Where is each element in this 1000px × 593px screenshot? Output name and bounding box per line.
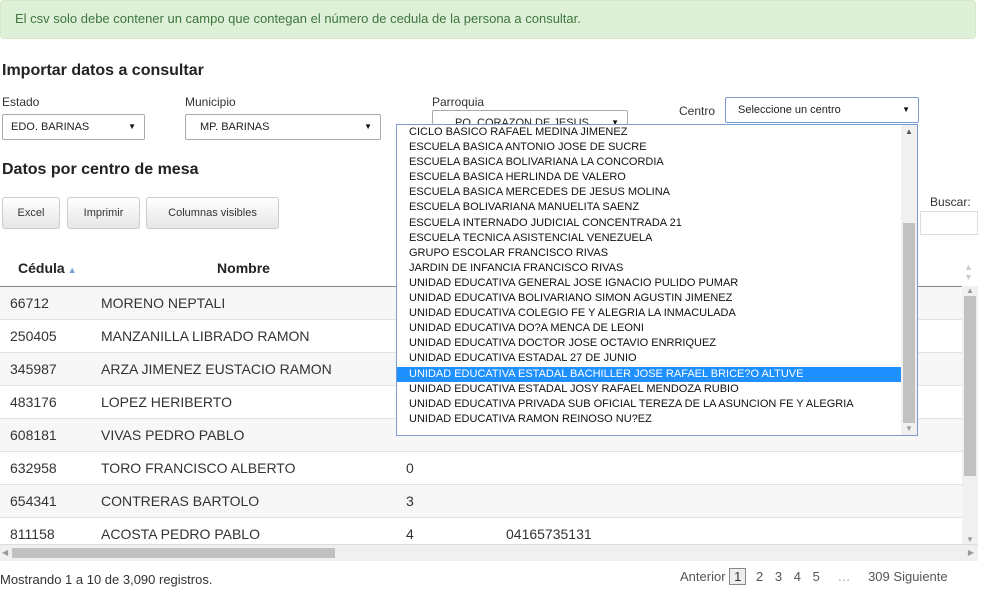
next-page-link[interactable]: Siguiente bbox=[893, 569, 947, 584]
centro-option[interactable]: ESCUELA BOLIVARIANA MANUELITA SAENZ bbox=[397, 200, 901, 215]
header-cedula[interactable]: Cédula ▲ bbox=[0, 250, 91, 287]
centro-options: CICLO BASICO RAFAEL MEDINA JIMENEZ ESCUEL… bbox=[397, 125, 901, 427]
page-link[interactable]: 4 bbox=[794, 569, 801, 584]
centro-option[interactable]: UNIDAD EDUCATIVA GENERAL JOSE IGNACIO PU… bbox=[397, 276, 901, 291]
centro-select[interactable]: Seleccione un centro ▼ bbox=[725, 97, 919, 123]
table-vertical-scrollbar[interactable]: ▲ ▼ bbox=[962, 286, 978, 544]
page-link[interactable]: 5 bbox=[813, 569, 820, 584]
centro-option[interactable]: UNIDAD EDUCATIVA ESTADAL JOSY RAFAEL MEN… bbox=[397, 382, 901, 397]
dropdown-scrollbar[interactable]: ▲ ▼ bbox=[901, 125, 917, 435]
table-horizontal-scrollbar[interactable]: ◀ ▶ bbox=[0, 544, 978, 561]
chevron-down-icon: ▼ bbox=[902, 105, 910, 114]
header-nombre[interactable]: Nombre bbox=[91, 250, 396, 287]
search-input[interactable] bbox=[920, 211, 978, 235]
municipio-select[interactable]: MP. BARINAS ▼ bbox=[185, 114, 381, 140]
centro-option[interactable]: ESCUELA TECNICA ASISTENCIAL VENEZUELA bbox=[397, 231, 901, 246]
scroll-thumb[interactable] bbox=[903, 223, 915, 423]
centro-option[interactable]: UNIDAD EDUCATIVA ESTADAL 27 DE JUNIO bbox=[397, 351, 901, 366]
centro-option[interactable]: ESCUELA INTERNADO JUDICIAL CONCENTRADA 2… bbox=[397, 216, 901, 231]
current-page[interactable]: 1 bbox=[729, 568, 747, 585]
centro-option[interactable]: UNIDAD EDUCATIVA BOLIVARIANO SIMON AGUST… bbox=[397, 291, 901, 306]
centro-option[interactable]: UNIDAD EDUCATIVA COLEGIO FE Y ALEGRIA LA… bbox=[397, 306, 901, 321]
pagination: Anterior 1 2 3 4 5 … 309 Siguiente bbox=[680, 568, 948, 585]
centro-option[interactable]: GRUPO ESCOLAR FRANCISCO RIVAS bbox=[397, 246, 901, 261]
pagination-ellipsis: … bbox=[837, 569, 851, 584]
estado-label: Estado bbox=[2, 95, 40, 109]
municipio-label: Municipio bbox=[185, 95, 236, 109]
chevron-down-icon: ▼ bbox=[128, 122, 136, 131]
page-link[interactable]: 3 bbox=[775, 569, 782, 584]
centro-option[interactable]: UNIDAD EDUCATIVA RAMON REINOSO NU?EZ bbox=[397, 412, 901, 427]
centro-option[interactable]: UNIDAD EDUCATIVA ESTADAL BACHILLER JOSE … bbox=[397, 366, 901, 382]
centro-option[interactable]: ESCUELA BASICA MERCEDES DE JESUS MOLINA bbox=[397, 185, 901, 200]
page-link[interactable]: 2 bbox=[756, 569, 763, 584]
section-title: Datos por centro de mesa bbox=[2, 161, 199, 178]
table-row: 632958 TORO FRANCISCO ALBERTO 0 bbox=[0, 451, 962, 485]
prev-page-link[interactable]: Anterior bbox=[680, 569, 726, 584]
centro-option[interactable]: ESCUELA BASICA ANTONIO JOSE DE SUCRE bbox=[397, 140, 901, 155]
table-row: 654341 CONTRERAS BARTOLO 3 bbox=[0, 484, 962, 518]
centro-option[interactable]: CICLO BASICO RAFAEL MEDINA JIMENEZ bbox=[397, 125, 901, 140]
centro-label: Centro bbox=[679, 104, 716, 118]
scroll-left-icon[interactable]: ◀ bbox=[2, 548, 8, 557]
sort-icon: ▲ ▼ bbox=[964, 262, 973, 282]
centro-option[interactable]: ESCUELA BASICA BOLIVARIANA LA CONCORDIA bbox=[397, 155, 901, 170]
scroll-right-icon[interactable]: ▶ bbox=[968, 548, 974, 557]
centro-option[interactable]: UNIDAD EDUCATIVA PRIVADA SUB OFICIAL TER… bbox=[397, 397, 901, 412]
centro-option[interactable]: ESCUELA BASICA HERLINDA DE VALERO bbox=[397, 170, 901, 185]
visible-columns-button[interactable]: Columnas visibles bbox=[146, 197, 279, 229]
print-button[interactable]: Imprimir bbox=[67, 197, 140, 229]
centro-option[interactable]: JARDIN DE INFANCIA FRANCISCO RIVAS bbox=[397, 261, 901, 276]
scroll-down-icon[interactable]: ▼ bbox=[905, 424, 913, 433]
page-link[interactable]: 309 bbox=[868, 569, 890, 584]
sort-asc-icon: ▲ bbox=[67, 265, 77, 275]
estado-select[interactable]: EDO. BARINAS ▼ bbox=[2, 114, 145, 140]
scroll-up-icon[interactable]: ▲ bbox=[966, 286, 974, 295]
search-label: Buscar: bbox=[930, 195, 971, 209]
chevron-down-icon: ▼ bbox=[364, 122, 372, 131]
centro-option[interactable]: UNIDAD EDUCATIVA DO?A MENCA DE LEONI bbox=[397, 321, 901, 336]
scroll-up-icon[interactable]: ▲ bbox=[905, 127, 913, 136]
scroll-thumb[interactable] bbox=[12, 548, 335, 558]
scroll-down-icon[interactable]: ▼ bbox=[966, 535, 974, 544]
centro-dropdown-list[interactable]: CICLO BASICO RAFAEL MEDINA JIMENEZ ESCUEL… bbox=[396, 124, 918, 436]
parroquia-label: Parroquia bbox=[432, 95, 485, 109]
centro-option[interactable]: UNIDAD EDUCATIVA DOCTOR JOSE OCTAVIO ENR… bbox=[397, 336, 901, 351]
excel-button[interactable]: Excel bbox=[2, 197, 60, 229]
import-title: Importar datos a consultar bbox=[2, 62, 204, 79]
scroll-thumb[interactable] bbox=[964, 296, 976, 476]
records-info: Mostrando 1 a 10 de 3,090 registros. bbox=[0, 572, 213, 587]
csv-info-alert: El csv solo debe contener un campo que c… bbox=[0, 0, 976, 39]
